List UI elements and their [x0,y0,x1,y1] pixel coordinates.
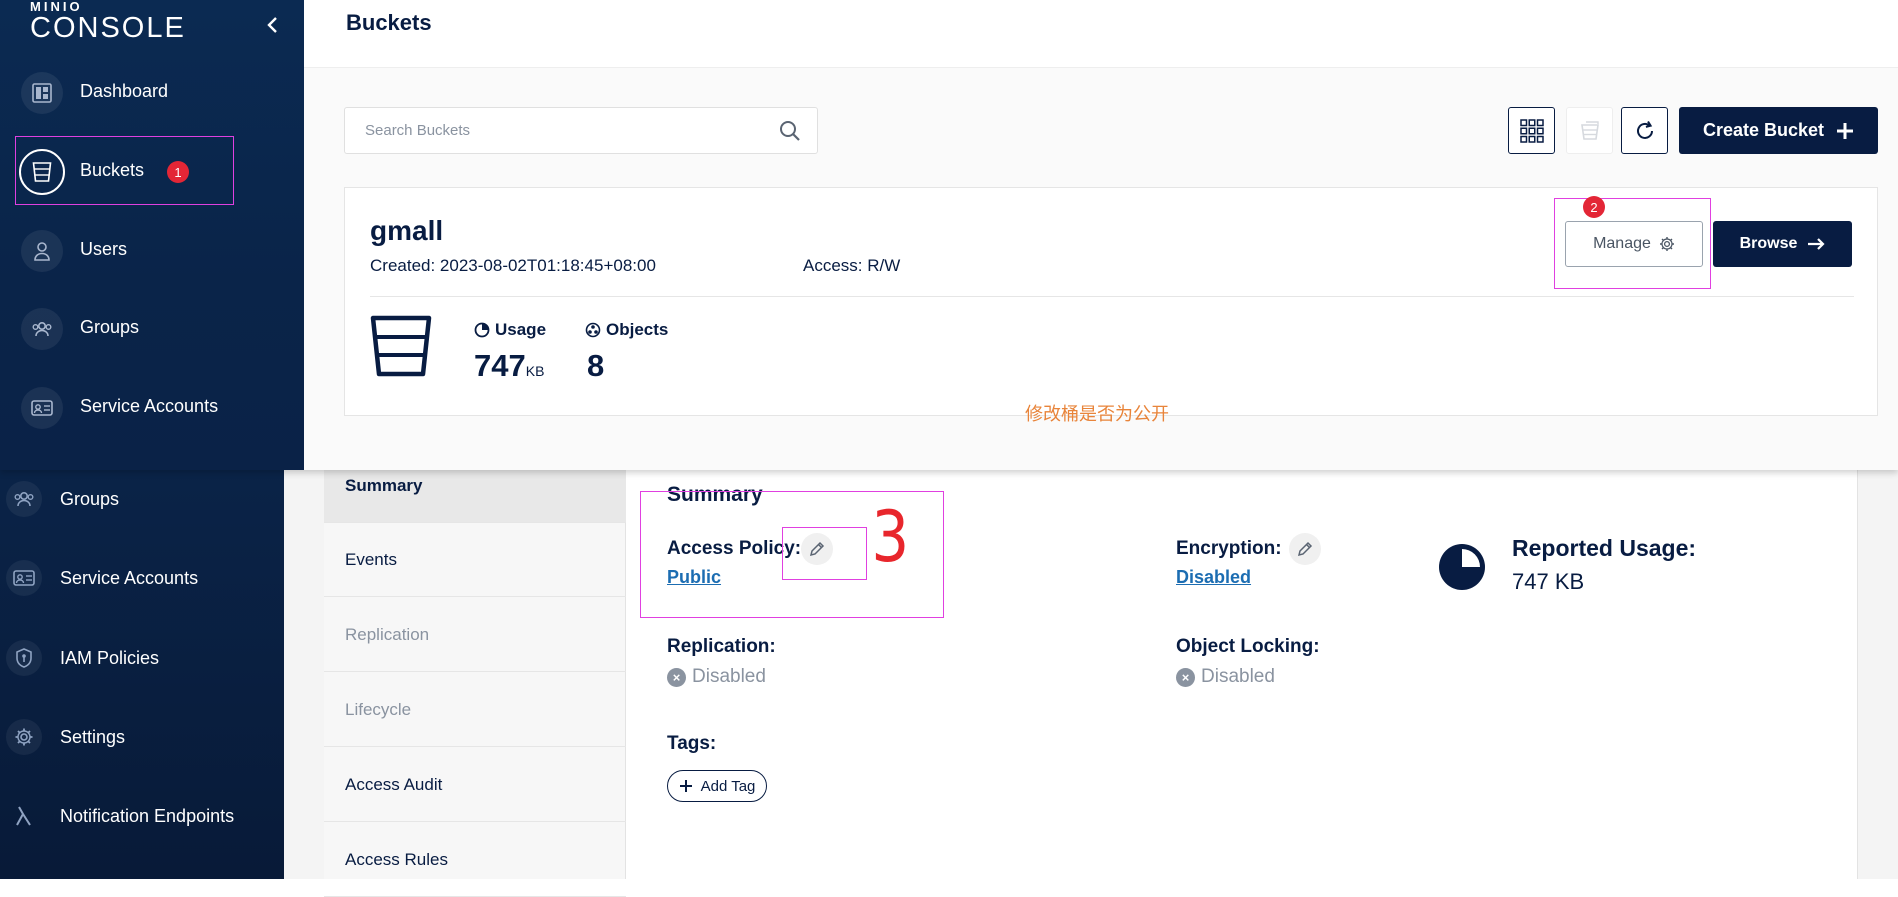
create-bucket-button[interactable]: Create Bucket [1679,107,1878,154]
tab-lifecycle[interactable]: Lifecycle [324,673,626,747]
create-bucket-label: Create Bucket [1702,120,1825,140]
dashboard-icon [21,72,63,114]
tab-access-audit[interactable]: Access Audit [324,748,626,822]
bucket-large-icon [370,314,432,378]
usage-pie-icon [1439,544,1485,590]
pencil-icon [1297,541,1313,557]
objects-label-text: Objects [606,320,669,339]
search-icon[interactable] [779,120,801,142]
usage-unit: KB [525,363,545,379]
tab-replication[interactable]: Replication [324,598,626,672]
object-locking-status: × Disabled [1176,666,1275,688]
usage-value: 747KB [474,348,544,384]
sidebar-item-service-accounts[interactable]: Service Accounts [0,550,284,606]
bucket-name[interactable]: gmall [370,215,443,247]
replication-value: Disabled [692,666,766,687]
object-locking-value: Disabled [1201,666,1275,687]
id-card-icon [6,560,42,596]
sidebar-item-label: Groups [60,488,120,509]
gear-icon [6,719,42,755]
reported-usage-value: 747 KB [1512,569,1585,594]
sidebar-item-settings[interactable]: Settings [0,709,284,765]
refresh-icon [1636,120,1653,139]
sidebar-item-groups[interactable]: Groups [0,297,304,361]
grid-view-button[interactable] [1508,107,1555,154]
objects-value: 8 [587,348,605,383]
top-sidebar: MINIO CONSOLE Dashboard Buckets 1 Users [0,0,304,470]
add-tag-button[interactable]: Add Tag [667,770,767,802]
sidebar-item-dashboard[interactable]: Dashboard [0,61,304,125]
bulk-action-button[interactable] [1566,107,1613,154]
sidebar-item-label: Notification Endpoints [60,805,235,826]
groups-icon [6,481,42,517]
sidebar-item-label: Users [80,239,128,259]
encryption-value[interactable]: Disabled [1176,567,1251,588]
plus-icon [1837,122,1854,139]
usage-label: Usage [474,320,546,340]
sidebar-item-label: Service Accounts [80,396,219,416]
browse-button[interactable]: Browse [1713,221,1852,267]
objects-label: Objects [585,320,668,340]
top-header [304,0,1898,68]
sidebar-item-label: IAM Policies [60,647,160,668]
sidebar-item-users[interactable]: Users [0,219,304,283]
sidebar-item-service-accounts[interactable]: Service Accounts [0,376,304,440]
tab-events[interactable]: Events [324,523,626,597]
object-locking-label: Object Locking: [1176,636,1320,657]
lambda-icon [6,798,42,834]
add-tag-label: Add Tag [700,777,756,795]
sidebar-item-iam-policies[interactable]: IAM Policies [0,630,284,686]
minio-console-logo: MINIO CONSOLE [30,0,186,43]
sidebar-item-label: Dashboard [80,81,169,101]
replication-label: Replication: [667,636,776,657]
reported-usage-label: Reported Usage: [1512,535,1697,561]
groups-icon [21,308,63,350]
annotation-box-buckets [15,136,234,205]
sidebar-item-label: Service Accounts [60,567,199,588]
refresh-button[interactable] [1621,107,1668,154]
annotation-box-manage [1554,198,1711,289]
x-circle-icon: × [1176,667,1195,687]
replication-status: × Disabled [667,666,766,688]
sidebar-item-notification-endpoints[interactable]: Notification Endpoints [0,788,284,844]
collapse-sidebar-button[interactable] [262,14,284,36]
bucket-tabs: Summary Events Replication Lifecycle Acc… [324,449,626,897]
shield-icon [6,640,42,676]
bucket-created: Created: 2023-08-02T01:18:45+08:00 [370,256,656,275]
encryption-label: Encryption: [1176,538,1282,559]
user-icon [21,230,63,272]
arrow-right-icon [1808,238,1825,250]
usage-number: 747 [474,348,526,383]
search-input[interactable] [345,108,765,153]
x-circle-icon: × [667,667,686,687]
pie-icon [474,322,490,338]
search-box [344,107,818,154]
id-card-icon [21,387,63,429]
tab-access-rules[interactable]: Access Rules [324,823,626,897]
instruction-note: 修改桶是否为公开 [1025,404,1169,425]
sidebar-item-label: Groups [80,317,140,337]
sidebar-item-groups[interactable]: Groups [0,471,284,527]
chevron-left-icon [267,17,277,33]
sidebar-item-label: Settings [60,726,126,747]
annotation-step-3: 3 [871,496,910,578]
tags-label: Tags: [667,733,717,754]
plus-icon [679,780,692,792]
bucket-access: Access: R/W [803,256,901,275]
logo-big: CONSOLE [30,12,186,44]
edit-encryption-button[interactable] [1289,533,1321,565]
objects-icon [585,322,601,338]
card-divider [370,296,1854,297]
page-title: Buckets [346,10,432,35]
stack-icon [1580,120,1599,140]
buckets-list-screen: MINIO CONSOLE Dashboard Buckets 1 Users [0,0,1898,470]
grid-icon [1519,118,1544,143]
usage-label-text: Usage [495,320,547,339]
browse-label: Browse [1739,235,1798,252]
annotation-box-edit-icon [782,527,867,580]
step-badge-2: 2 [1583,196,1605,218]
